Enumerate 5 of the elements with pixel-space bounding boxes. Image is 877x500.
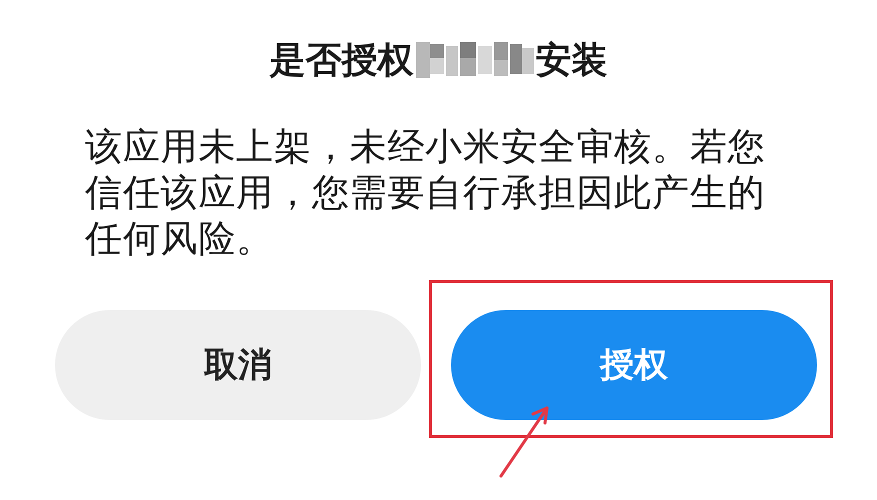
mosaic-icon <box>416 40 534 80</box>
dialog-message: 该应用未上架，未经小米安全审核。若您信任该应用，您需要自行承担因此产生的任何风险。 <box>85 124 766 262</box>
dialog-title: 是否授权 <box>270 38 414 82</box>
cancel-button[interactable]: 取消 <box>55 310 421 420</box>
dialog-title: 安装 <box>536 38 608 82</box>
